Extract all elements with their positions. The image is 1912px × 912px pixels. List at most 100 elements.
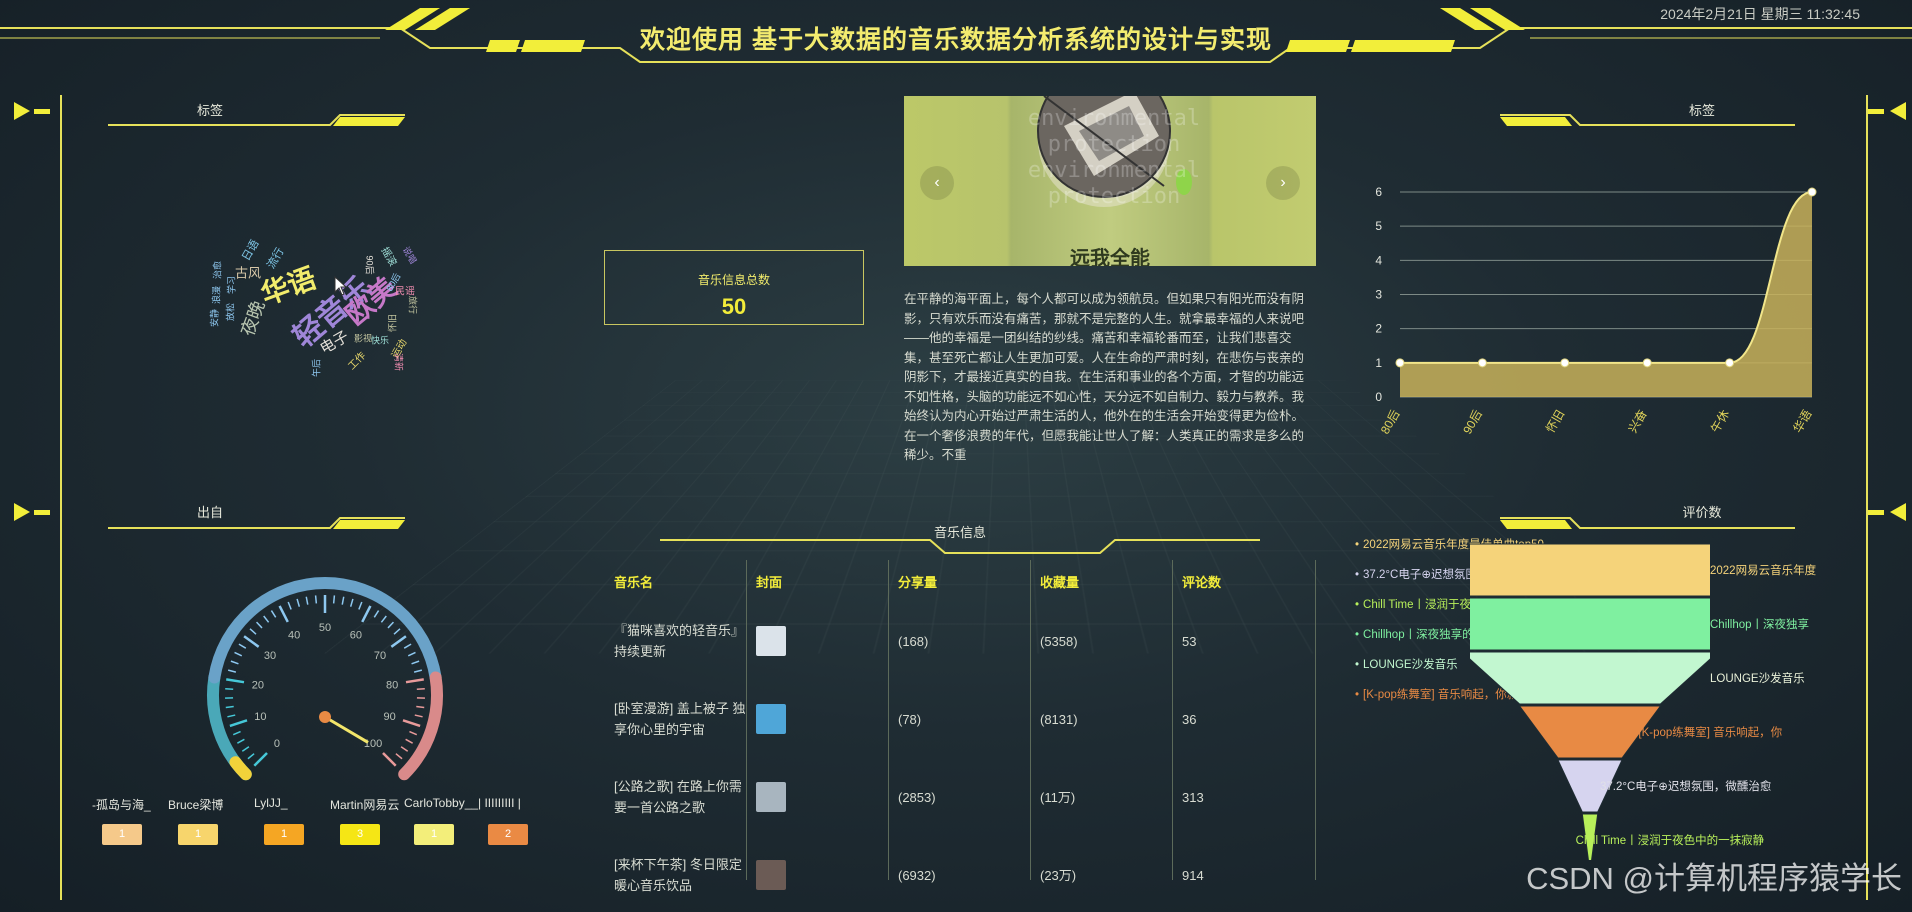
cover-thumbnail[interactable] bbox=[756, 782, 786, 812]
gauge-tick-label: 60 bbox=[350, 629, 362, 641]
cover-thumbnail[interactable] bbox=[756, 704, 786, 734]
word-cloud-tag: 怀旧 bbox=[387, 313, 398, 333]
table-header-fav: 收藏量 bbox=[1040, 574, 1080, 590]
cell-music-name: [来杯下午茶] 冬日限定暖心音乐饮品 bbox=[614, 857, 742, 893]
gauge-pivot bbox=[319, 711, 331, 723]
gauge-tick bbox=[416, 705, 425, 709]
music-total-label: 音乐信息总数 bbox=[697, 273, 770, 287]
gauge-tick bbox=[411, 660, 420, 665]
gauge-tick-label: 50 bbox=[319, 622, 331, 634]
word-cloud-tag: 安静 bbox=[209, 308, 220, 328]
cell-comments: 313 bbox=[1182, 789, 1204, 805]
origin-name: Bruce梁博 bbox=[168, 798, 224, 812]
origin-count-badge[interactable]: 2 bbox=[488, 824, 528, 845]
origin-count-badge[interactable]: 1 bbox=[178, 824, 218, 845]
origin-name: LylJJ_ bbox=[254, 796, 288, 810]
cover-thumbnail[interactable] bbox=[756, 860, 786, 890]
tags-area-chart: 0 1 2 3 4 5 6 80后 90后 怀旧 兴奋 午休 华语 bbox=[1375, 185, 1817, 437]
origin-name: CarloTobby__ bbox=[404, 796, 479, 810]
origin-count-badge[interactable]: 1 bbox=[264, 824, 304, 845]
y-tick-label: 0 bbox=[1375, 390, 1382, 404]
gauge-tick bbox=[393, 628, 401, 635]
data-point[interactable] bbox=[1395, 358, 1405, 368]
funnel-slice[interactable] bbox=[1470, 651, 1710, 705]
word-cloud-tag: 快乐 bbox=[370, 335, 390, 346]
table-body: 『猫咪喜欢的轻音乐』持续更新 (168) (5358) 53 [卧室漫游] 盖上被子 独… bbox=[604, 602, 1316, 912]
y-tick-label: 1 bbox=[1375, 356, 1382, 370]
table-row[interactable]: [来杯下午茶] 冬日限定暖心音乐饮品 (6932) (23万) 914 bbox=[604, 836, 1316, 912]
gauge-tick bbox=[287, 601, 292, 610]
cell-comments: 36 bbox=[1182, 711, 1197, 727]
x-tick-label: 90后 bbox=[1460, 408, 1485, 437]
gauge-tick bbox=[234, 651, 243, 657]
gauge-tick bbox=[225, 687, 234, 690]
cell-fav: (11万) bbox=[1040, 789, 1076, 805]
gauge-tick-label: 30 bbox=[264, 650, 276, 662]
table-header-name: 音乐名 bbox=[614, 574, 654, 590]
word-cloud-tag: 浪漫 bbox=[211, 285, 222, 305]
cell-comments: 914 bbox=[1182, 867, 1204, 883]
gauge-tick bbox=[413, 669, 423, 673]
data-point[interactable] bbox=[1725, 358, 1735, 368]
y-tick-label: 4 bbox=[1375, 253, 1382, 267]
funnel-slice-label: LOUNGE沙发音乐 bbox=[1710, 673, 1805, 685]
gauge-tick bbox=[390, 635, 407, 648]
cell-comments: 53 bbox=[1182, 633, 1197, 649]
origin-count-badge[interactable]: 1 bbox=[414, 824, 454, 845]
gauge-tick bbox=[361, 605, 372, 623]
gauge-tick bbox=[278, 605, 289, 623]
panel-title-music-info: 音乐信息 bbox=[933, 525, 986, 540]
carousel-caption: 远我全能 bbox=[1070, 248, 1150, 266]
data-point[interactable] bbox=[1807, 187, 1817, 197]
table-row[interactable]: [公路之歌] 在路上你需要一首公路之歌 (2853) (11万) 313 bbox=[604, 758, 1316, 836]
cell-music-name: 『猫咪喜欢的轻音乐』持续更新 bbox=[614, 623, 745, 659]
origin-count-badge[interactable]: 3 bbox=[340, 824, 380, 845]
chevron-right-icon: › bbox=[1280, 174, 1286, 191]
gauge-tick bbox=[402, 719, 421, 728]
funnel-slice[interactable] bbox=[1470, 597, 1710, 651]
y-tick-label: 6 bbox=[1375, 185, 1382, 199]
word-cloud-tag: 古风 bbox=[234, 265, 262, 281]
table-header-row: 音乐名 封面 分享量 收藏量 评论数 bbox=[604, 560, 1316, 602]
x-tick-label: 80后 bbox=[1378, 408, 1403, 437]
table-row[interactable]: 『猫咪喜欢的轻音乐』持续更新 (168) (5358) 53 bbox=[604, 602, 1316, 680]
origin-count-badge[interactable]: 1 bbox=[102, 824, 142, 845]
gauge-tick-label: 70 bbox=[374, 650, 386, 662]
gauge-tick bbox=[232, 730, 241, 736]
y-tick-label: 2 bbox=[1375, 322, 1382, 336]
gauge-tick bbox=[403, 643, 412, 649]
area-line bbox=[1400, 191, 1813, 364]
table-row[interactable]: [卧室漫游] 盖上被子 独享你心里的宇宙 (78) (8131) 36 bbox=[604, 680, 1316, 758]
music-info-table: 音乐名 封面 分享量 收藏量 评论数 『猫咪喜欢的轻音乐』持续更新 (168) (5… bbox=[604, 560, 1316, 894]
gauge-tick bbox=[332, 595, 336, 604]
carousel-next-button[interactable]: › bbox=[1266, 166, 1300, 200]
carousel-prev-button[interactable]: ‹ bbox=[920, 166, 954, 200]
gauge-tick-label: 10 bbox=[254, 711, 266, 723]
x-tick-label: 华语 bbox=[1790, 408, 1814, 436]
data-point[interactable] bbox=[1642, 358, 1652, 368]
gauge-tick bbox=[227, 714, 236, 718]
gauge-tick bbox=[341, 596, 345, 605]
word-cloud-tag: 放松 bbox=[225, 302, 236, 322]
data-point[interactable] bbox=[1560, 358, 1570, 368]
gauge-tick bbox=[230, 660, 239, 665]
article-text: 在平静的海平面上，每个人都可以成为领航员。但如果只有阳光而没有阴影，只有欢乐而没… bbox=[904, 292, 1305, 462]
image-carousel[interactable]: environmental protection environmental p… bbox=[904, 96, 1316, 266]
carousel-watermark: environmental protection environmental p… bbox=[1027, 106, 1201, 209]
cell-cover bbox=[746, 704, 888, 734]
cell-cover bbox=[746, 626, 888, 656]
funnel-legend-item[interactable]: LOUNGE沙发音乐 bbox=[1355, 656, 1458, 672]
gauge-tick bbox=[407, 651, 416, 657]
x-tick-label: 兴奋 bbox=[1626, 408, 1650, 436]
funnel-slice[interactable] bbox=[1470, 543, 1710, 597]
gauge-tick bbox=[243, 635, 260, 648]
gauge-tick bbox=[241, 746, 250, 752]
gauge-tick bbox=[349, 598, 354, 607]
gauge-tick bbox=[405, 738, 413, 744]
panel-title-tags-left: 标签 bbox=[196, 103, 223, 118]
csdn-watermark: CSDN @计算机程序猿学长 bbox=[1526, 861, 1902, 896]
data-point[interactable] bbox=[1477, 358, 1487, 368]
table-header-share: 分享量 bbox=[898, 574, 938, 590]
cover-thumbnail[interactable] bbox=[756, 626, 786, 656]
gauge-tick-label: 0 bbox=[274, 738, 280, 750]
